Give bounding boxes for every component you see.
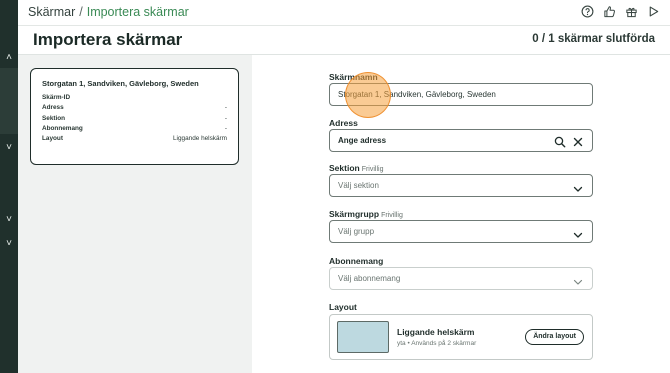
gift-icon[interactable]	[625, 5, 638, 18]
layout-name: Liggande helskärm	[397, 327, 475, 337]
breadcrumb-current: Importera skärmar	[86, 5, 189, 19]
address-field[interactable]: Ange adress	[329, 129, 593, 152]
page-header: Importera skärmar 0 / 1 skärmar slutförd…	[18, 26, 670, 55]
screen-name-field[interactable]: Storgatan 1, Sandviken, Gävleborg, Swede…	[329, 83, 593, 106]
group-label: Skärmgrupp Frivillig	[329, 209, 403, 219]
layout-selector: Liggande helskärm yta • Används på 2 skä…	[329, 314, 593, 360]
chevron-down-icon	[573, 274, 583, 285]
chevron-up-icon[interactable]: ˄	[3, 52, 15, 64]
card-row-key: Adress	[42, 104, 64, 112]
chevron-down-icon[interactable]: ˅	[3, 238, 15, 250]
card-row-value: Liggande helskärm	[173, 135, 227, 143]
group-placeholder: Välj grupp	[338, 227, 375, 236]
section-label-text: Sektion	[329, 163, 360, 173]
section-label: Sektion Frivillig	[329, 163, 383, 173]
card-row-key: Sektion	[42, 114, 66, 122]
app-rail: ˄ ˅ ˅ ˅	[0, 0, 18, 373]
optional-hint: Frivillig	[361, 166, 384, 173]
play-icon[interactable]	[647, 5, 660, 18]
clear-icon[interactable]	[572, 135, 584, 147]
change-layout-button[interactable]: Ändra layout	[525, 329, 584, 345]
thumbs-up-icon[interactable]	[603, 5, 616, 18]
layout-label: Layout	[329, 302, 357, 312]
rail-highlight	[0, 68, 18, 134]
section-placeholder: Välj sektion	[338, 181, 379, 190]
layout-usage: yta • Används på 2 skärmar	[397, 340, 477, 347]
chevron-down-icon	[573, 227, 583, 238]
card-row-key: Skärm-ID	[42, 94, 71, 101]
top-bar: Skärmar / Importera skärmar	[18, 0, 670, 26]
name-label: Skärmnamn	[329, 72, 378, 82]
address-value: Ange adress	[338, 136, 387, 145]
subscription-select[interactable]: Välj abonnemang	[329, 267, 593, 290]
address-label: Adress	[329, 118, 358, 128]
card-row-key: Abonnemang	[42, 124, 83, 132]
card-row-value: -	[224, 114, 227, 122]
breadcrumb-separator: /	[79, 5, 83, 19]
progress-counter: 0 / 1 skärmar slutförda	[532, 33, 655, 45]
subscription-placeholder: Välj abonnemang	[338, 274, 401, 283]
card-row-address: Adress -	[42, 103, 227, 113]
group-label-text: Skärmgrupp	[329, 209, 380, 219]
screen-name-value: Storgatan 1, Sandviken, Gävleborg, Swede…	[338, 90, 496, 99]
subscription-label: Abonnemang	[329, 256, 384, 266]
section-select[interactable]: Välj sektion	[329, 174, 593, 197]
optional-hint: Frivillig	[381, 212, 403, 219]
card-row-value: -	[224, 104, 227, 112]
card-row-value: -	[224, 124, 227, 132]
chevron-down-icon[interactable]: ˅	[3, 214, 15, 226]
search-icon[interactable]	[554, 135, 566, 148]
card-row-key: Layout	[42, 135, 63, 143]
page-title: Importera skärmar	[33, 30, 183, 49]
breadcrumb-root[interactable]: Skärmar	[28, 5, 75, 19]
breadcrumb: Skärmar / Importera skärmar	[28, 5, 189, 19]
card-row-layout: Layout Liggande helskärm	[42, 134, 227, 144]
card-row-subscription: Abonnemang -	[42, 124, 227, 134]
help-icon[interactable]	[581, 5, 594, 18]
layout-thumbnail	[337, 321, 389, 353]
group-select[interactable]: Välj grupp	[329, 220, 593, 243]
screen-list-pane: Storgatan 1, Sandviken, Gävleborg, Swede…	[18, 55, 252, 373]
top-icons	[581, 5, 660, 18]
card-row-screen-id: Skärm-ID	[42, 93, 227, 103]
chevron-down-icon	[573, 181, 583, 192]
card-row-section: Sektion -	[42, 114, 227, 124]
screen-card-title: Storgatan 1, Sandviken, Gävleborg, Swede…	[42, 79, 199, 88]
chevron-down-icon[interactable]: ˅	[3, 142, 15, 154]
screen-card[interactable]: Storgatan 1, Sandviken, Gävleborg, Swede…	[30, 68, 239, 165]
